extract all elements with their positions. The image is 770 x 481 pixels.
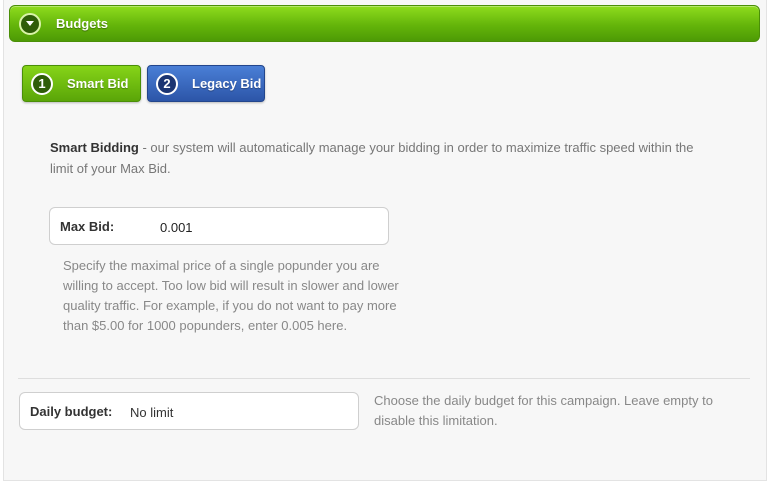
smart-bidding-text: - our system will automatically manage y…: [50, 140, 694, 176]
tab-legacy-bid[interactable]: 2 Legacy Bid: [147, 65, 265, 102]
tab-number-badge: 2: [156, 72, 178, 95]
smart-bidding-description: Smart Bidding - our system will automati…: [50, 137, 710, 179]
daily-budget-input[interactable]: [130, 395, 350, 431]
section-title: Budgets: [56, 16, 108, 31]
daily-budget-field: Daily budget:: [19, 392, 359, 431]
tab-label: Smart Bid: [67, 76, 129, 91]
max-bid-label: Max Bid:: [60, 219, 115, 234]
daily-budget-help: Choose the daily budget for this campaig…: [374, 393, 713, 428]
tab-smart-bid[interactable]: 1 Smart Bid: [22, 65, 141, 102]
divider: [18, 378, 750, 379]
tab-number-badge: 1: [31, 72, 53, 95]
max-bid-input[interactable]: [160, 210, 380, 246]
tab-label: Legacy Bid: [192, 76, 262, 91]
daily-budget-label: Daily budget:: [30, 404, 113, 419]
budgets-section-header[interactable]: Budgets: [9, 5, 760, 42]
smart-bidding-heading: Smart Bidding: [50, 140, 139, 155]
max-bid-help: Specify the maximal price of a single po…: [63, 258, 399, 333]
chevron-down-icon[interactable]: [19, 13, 41, 35]
max-bid-field: Max Bid:: [49, 207, 389, 246]
